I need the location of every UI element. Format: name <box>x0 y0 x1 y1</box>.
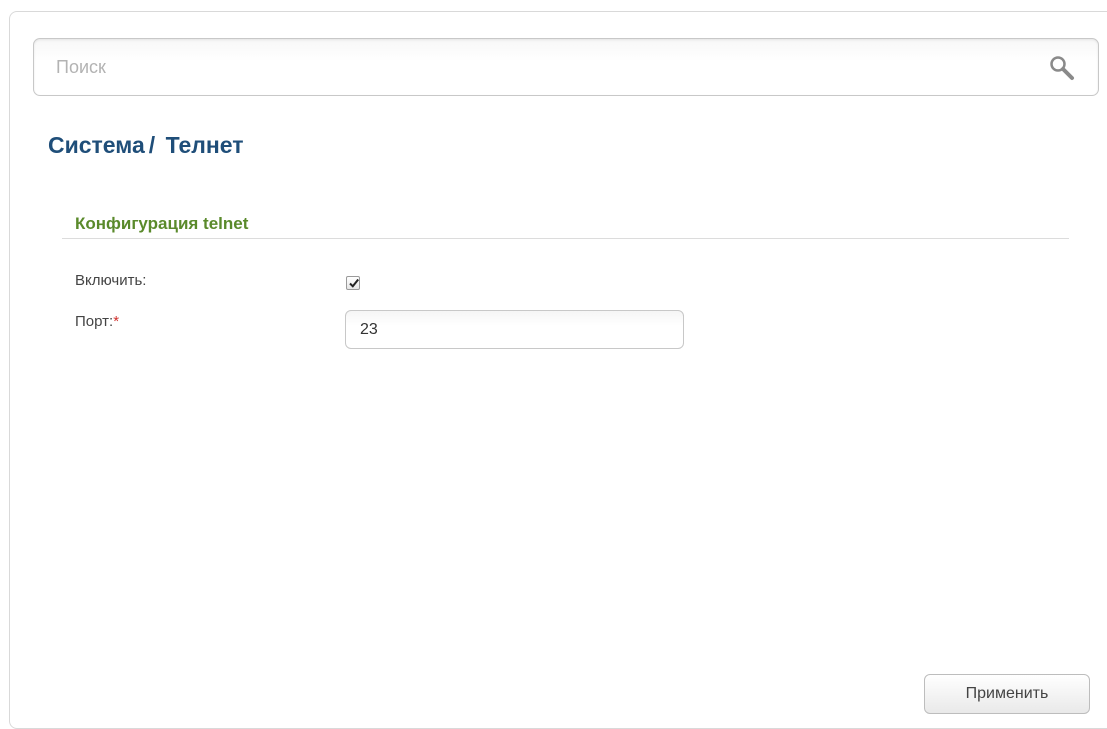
content-panel <box>9 11 1107 729</box>
enable-label: Включить: <box>75 272 147 289</box>
port-input[interactable] <box>345 310 684 349</box>
search-box <box>33 38 1099 96</box>
section-divider <box>62 238 1069 239</box>
breadcrumb-separator: / <box>148 132 156 158</box>
section-title: Конфигурация telnet <box>75 214 249 233</box>
port-label: Порт:* <box>75 313 119 330</box>
breadcrumb-parent: Система <box>48 132 145 158</box>
checkmark-icon <box>349 278 359 288</box>
search-input[interactable] <box>34 39 1098 95</box>
breadcrumb-current: Телнет <box>165 132 244 158</box>
page-title: Система / Телнет <box>48 132 244 159</box>
required-mark: * <box>113 313 120 330</box>
enable-checkbox[interactable] <box>346 276 360 290</box>
search-icon[interactable] <box>1048 54 1076 82</box>
apply-button[interactable]: Применить <box>924 674 1090 714</box>
port-label-text: Порт: <box>75 313 114 330</box>
